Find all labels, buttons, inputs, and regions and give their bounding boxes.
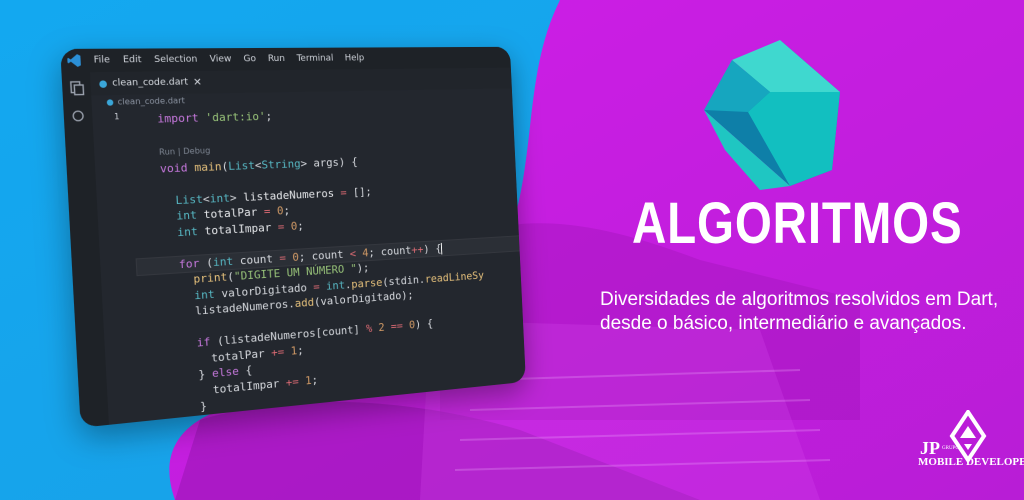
- breadcrumb-label[interactable]: clean_code.dart: [117, 96, 185, 107]
- line-number: 1: [113, 111, 120, 122]
- tab-bar: clean_code.dart ✕: [89, 67, 512, 96]
- text-cursor: [441, 242, 443, 254]
- search-icon[interactable]: [70, 108, 86, 123]
- menu-selection[interactable]: Selection: [154, 54, 198, 65]
- logo-small-text: GRUPO: [942, 446, 959, 451]
- logo-name: MOBILE DEVELOPER: [918, 456, 1024, 468]
- brand-logo: JP GRUPO MOBILE DEVELOPER: [912, 410, 1024, 480]
- banner: File Edit Selection View Go Run Terminal…: [0, 0, 1024, 500]
- code-editor-window: File Edit Selection View Go Run Terminal…: [60, 46, 526, 428]
- dart-file-icon: [106, 98, 114, 106]
- tab-label: clean_code.dart: [111, 77, 189, 89]
- menu-view[interactable]: View: [209, 54, 231, 64]
- menu-go[interactable]: Go: [243, 54, 256, 64]
- menu-help[interactable]: Help: [345, 53, 365, 63]
- codelens[interactable]: Run | Debug: [159, 146, 211, 157]
- description: Diversidades de algoritmos resolvidos em…: [600, 289, 999, 334]
- headline: ALGORITMOS: [632, 191, 963, 256]
- dart-file-icon: [99, 79, 108, 88]
- breadcrumb: clean_code.dart: [106, 96, 185, 107]
- menu-file[interactable]: File: [93, 55, 110, 66]
- close-icon[interactable]: ✕: [193, 77, 202, 88]
- tab-clean-code[interactable]: clean_code.dart ✕: [99, 71, 203, 95]
- vscode-icon: [67, 54, 81, 68]
- menu-edit[interactable]: Edit: [123, 55, 142, 66]
- explorer-icon[interactable]: [69, 81, 85, 96]
- menu-run[interactable]: Run: [268, 54, 286, 64]
- code-area[interactable]: import 'dart:io'; Run | Debug void main(…: [129, 103, 526, 421]
- menu-terminal[interactable]: Terminal: [296, 54, 333, 64]
